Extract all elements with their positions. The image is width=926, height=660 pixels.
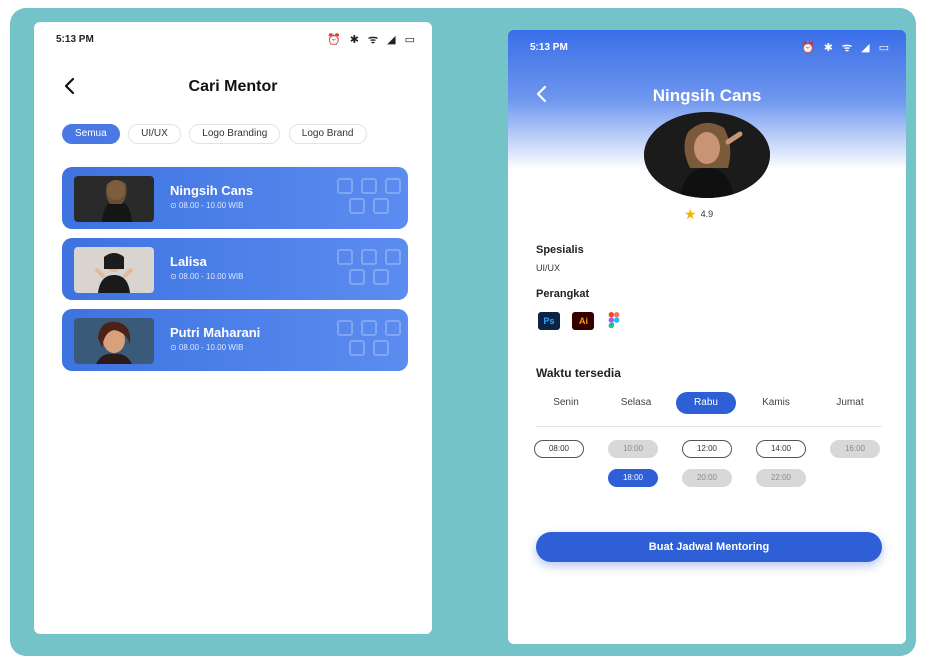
status-bar: 5:13 PM ⏰ ✱ ᯤ ◢ ▭ bbox=[508, 30, 906, 60]
chip-semua[interactable]: Semua bbox=[62, 124, 120, 144]
status-time: 5:13 PM bbox=[56, 34, 94, 45]
waktu-tersedia-label: Waktu tersedia bbox=[536, 366, 621, 380]
tab-rabu[interactable]: Rabu bbox=[676, 392, 736, 414]
time-slot[interactable]: 20:00 bbox=[682, 469, 732, 487]
mentor-photo bbox=[74, 247, 154, 293]
mentor-name: Lalisa bbox=[170, 254, 207, 269]
status-icons: ⏰ ✱ ᯤ ◢ ▭ bbox=[326, 34, 418, 46]
rating-value: 4.9 bbox=[700, 208, 714, 219]
mentor-time: ⊙ 08.00 - 10.00 WIB bbox=[170, 201, 244, 210]
mentor-time: ⊙ 08.00 - 10.00 WIB bbox=[170, 272, 244, 281]
card-pattern-decoration bbox=[337, 249, 401, 285]
mentor-detail-screen: 5:13 PM ⏰ ✱ ᯤ ◢ ▭ Ningsih Cans ★ 4.9 Spes… bbox=[508, 30, 906, 644]
tool-icons: Ps Ai bbox=[538, 312, 629, 332]
tab-senin[interactable]: Senin bbox=[536, 392, 596, 414]
time-slot[interactable]: 10:00 bbox=[608, 440, 658, 458]
time-slot[interactable]: 12:00 bbox=[682, 440, 732, 458]
page-title: Cari Mentor bbox=[188, 78, 278, 95]
tab-kamis[interactable]: Kamis bbox=[746, 392, 806, 414]
illustrator-icon: Ai bbox=[572, 312, 595, 330]
tab-jumat[interactable]: Jumat bbox=[818, 392, 882, 414]
photoshop-icon: Ps bbox=[538, 312, 560, 330]
mentor-name: Putri Maharani bbox=[170, 325, 261, 340]
mentor-card-ningsih[interactable]: Ningsih Cans ⊙ 08.00 - 10.00 WIB bbox=[62, 167, 408, 229]
status-time: 5:13 PM bbox=[530, 42, 568, 53]
card-pattern-decoration bbox=[337, 320, 401, 356]
spesialis-value: UI/UX bbox=[536, 263, 561, 273]
spesialis-label: Spesialis bbox=[536, 244, 584, 256]
time-slot[interactable]: 16:00 bbox=[830, 440, 880, 458]
perangkat-label: Perangkat bbox=[536, 288, 590, 300]
chip-logo-branding[interactable]: Logo Branding bbox=[189, 124, 281, 144]
status-bar: 5:13 PM ⏰ ✱ ᯤ ◢ ▭ bbox=[34, 22, 432, 52]
status-icons: ⏰ ✱ ᯤ ◢ ▭ bbox=[800, 42, 892, 54]
mentor-card-lalisa[interactable]: Lalisa ⊙ 08.00 - 10.00 WIB bbox=[62, 238, 408, 300]
mentor-photo bbox=[74, 176, 154, 222]
day-tabs: Senin Selasa Rabu Kamis Jumat bbox=[536, 392, 882, 414]
mentor-card-putri[interactable]: Putri Maharani ⊙ 08.00 - 10.00 WIB bbox=[62, 309, 408, 371]
star-icon: ★ bbox=[684, 206, 697, 222]
category-chips: Semua UI/UX Logo Branding Logo Brand bbox=[62, 123, 371, 145]
time-slot[interactable]: 08:00 bbox=[534, 440, 584, 458]
mentor-name-title: Ningsih Cans bbox=[652, 86, 762, 105]
time-slot[interactable]: 22:00 bbox=[756, 469, 806, 487]
rating: ★ 4.9 bbox=[684, 206, 713, 222]
time-slot-selected[interactable]: 18:00 bbox=[608, 469, 658, 487]
buat-jadwal-button[interactable]: Buat Jadwal Mentoring bbox=[536, 532, 882, 562]
card-pattern-decoration bbox=[337, 178, 401, 214]
time-slot[interactable]: 14:00 bbox=[756, 440, 806, 458]
chip-logo-brand[interactable]: Logo Brand bbox=[288, 124, 367, 144]
mentor-photo bbox=[74, 318, 154, 364]
mentor-list-screen: 5:13 PM ⏰ ✱ ᯤ ◢ ▭ Cari Mentor Semua UI/U… bbox=[34, 22, 432, 634]
divider bbox=[536, 426, 882, 427]
mentor-avatar bbox=[644, 112, 770, 198]
mentor-time: ⊙ 08.00 - 10.00 WIB bbox=[170, 343, 244, 352]
figma-icon bbox=[608, 312, 620, 329]
mentor-name: Ningsih Cans bbox=[170, 183, 254, 198]
tab-selasa[interactable]: Selasa bbox=[606, 392, 666, 414]
chip-ui-ux[interactable]: UI/UX bbox=[128, 124, 181, 144]
